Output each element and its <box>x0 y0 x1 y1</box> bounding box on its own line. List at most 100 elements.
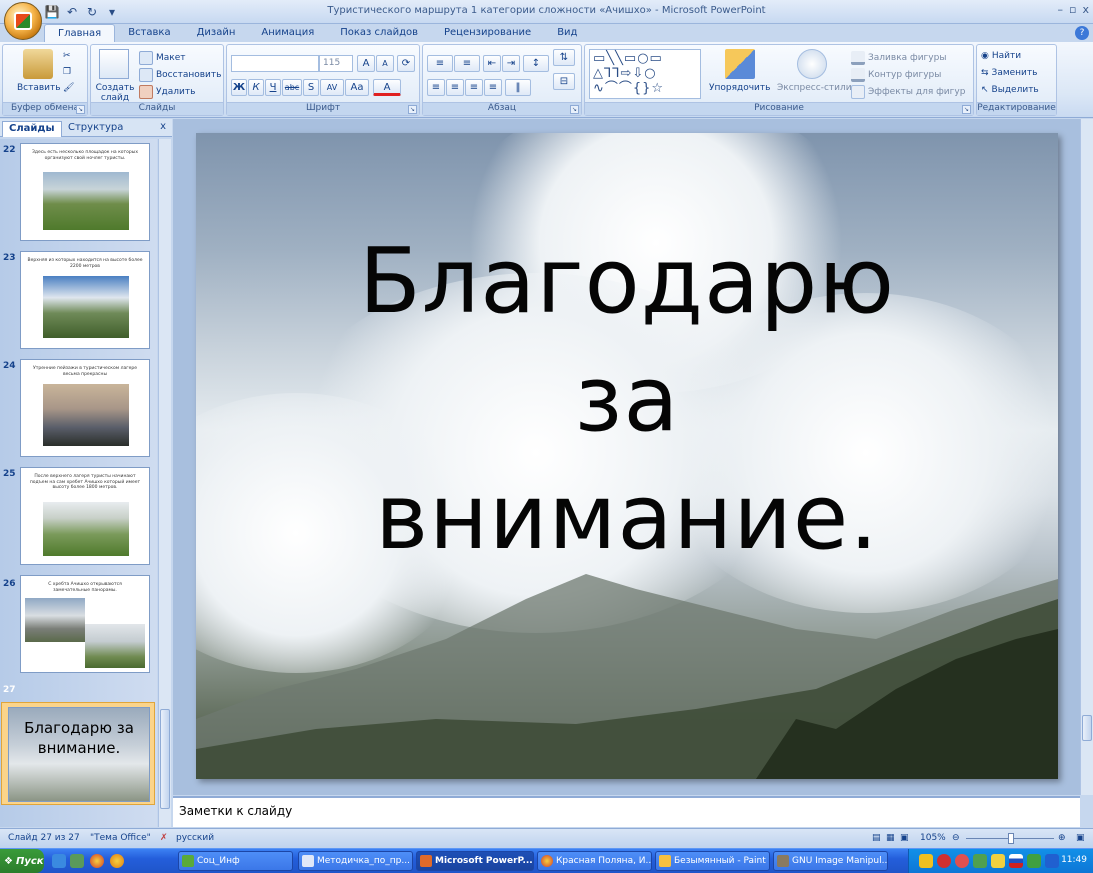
numbering-icon[interactable]: ≡ <box>454 55 480 72</box>
align-right-icon[interactable]: ≡ <box>465 79 483 96</box>
task-paint[interactable]: Безымянный - Paint <box>655 851 770 871</box>
font-name-field[interactable] <box>231 55 319 72</box>
language-flag-icon[interactable] <box>1009 854 1023 868</box>
cut-icon[interactable]: ✂ <box>63 51 71 61</box>
paragraph-launcher-icon[interactable]: ↘ <box>570 105 579 114</box>
sorter-view-icon[interactable]: ▦ <box>886 833 895 843</box>
shape-outline-button[interactable]: Контур фигуры <box>851 68 941 82</box>
help-icon[interactable]: ? <box>1075 26 1089 40</box>
zoom-in-icon[interactable]: ⊕ <box>1058 833 1066 843</box>
undo-icon[interactable]: ↶ <box>64 4 80 20</box>
shape-fill-button[interactable]: Заливка фигуры <box>851 51 946 65</box>
tab-design[interactable]: Дизайн <box>184 24 249 42</box>
tray-icon[interactable] <box>919 854 933 868</box>
slideshow-view-icon[interactable]: ▣ <box>900 833 909 843</box>
notes-pane[interactable]: Заметки к слайду <box>173 796 1080 827</box>
thumbnail-scrollbar[interactable] <box>158 139 171 827</box>
tab-animation[interactable]: Анимация <box>248 24 327 42</box>
strikethrough-button[interactable]: abc <box>282 79 302 96</box>
clipboard-launcher-icon[interactable]: ↘ <box>76 105 85 114</box>
slide-thumb-24[interactable]: Утренние пейзажи в туристическом лагере … <box>20 359 150 457</box>
line-spacing-icon[interactable]: ↕ <box>523 55 549 72</box>
bold-button[interactable]: Ж <box>231 79 247 96</box>
volume-icon[interactable] <box>991 854 1005 868</box>
office-button[interactable] <box>4 2 42 40</box>
language-indicator[interactable]: русский <box>176 833 214 843</box>
align-left-icon[interactable]: ≡ <box>427 79 445 96</box>
select-button[interactable]: ↖ Выделить <box>981 85 1039 95</box>
normal-view-icon[interactable]: ▤ <box>872 833 881 843</box>
slide-thumb-23[interactable]: Верхняя из которых находится на высоте б… <box>20 251 150 349</box>
redo-icon[interactable]: ↻ <box>84 4 100 20</box>
tab-slideshow[interactable]: Показ слайдов <box>327 24 431 42</box>
new-slide-icon[interactable] <box>99 49 129 79</box>
tray-icon[interactable] <box>955 854 969 868</box>
start-button[interactable]: ❖ Пуск <box>0 849 44 873</box>
slide-title-text[interactable]: Благодарю за внимание. <box>196 223 1058 577</box>
delete-slide-button[interactable]: Удалить <box>139 85 195 99</box>
shapes-gallery[interactable]: ▭╲╲▭○▭ △⅂⅂⇨⇩○ ∿⌒⌒{}☆ <box>589 49 701 99</box>
clear-format-icon[interactable]: ⟳ <box>397 55 415 72</box>
task-chrome[interactable]: Красная Поляна, И... <box>537 851 652 871</box>
tab-review[interactable]: Рецензирование <box>431 24 544 42</box>
tab-insert[interactable]: Вставка <box>115 24 183 42</box>
task-powerpoint[interactable]: Microsoft PowerP... <box>416 851 534 871</box>
new-slide-button[interactable]: Создать слайд <box>95 83 135 103</box>
zoom-out-icon[interactable]: ⊖ <box>952 833 960 843</box>
tray-icon[interactable] <box>1045 854 1059 868</box>
task-soc-inf[interactable]: Соц_Инф <box>178 851 293 871</box>
justify-icon[interactable]: ≡ <box>484 79 502 96</box>
paste-icon[interactable] <box>23 49 53 79</box>
close-button[interactable]: x <box>1082 3 1089 16</box>
decrease-indent-icon[interactable]: ⇤ <box>483 55 501 72</box>
customize-qat-icon[interactable]: ▾ <box>104 4 120 20</box>
tray-icon[interactable] <box>973 854 987 868</box>
pane-close-button[interactable]: x <box>160 121 166 132</box>
minimize-button[interactable]: – <box>1058 3 1064 16</box>
layout-button[interactable]: Макет <box>139 51 186 65</box>
shrink-font-button[interactable]: A <box>376 55 394 72</box>
italic-button[interactable]: К <box>248 79 264 96</box>
tray-icon[interactable] <box>1027 854 1041 868</box>
desktop-icon[interactable] <box>70 854 84 868</box>
avast-icon[interactable] <box>110 854 124 868</box>
copy-icon[interactable]: ❐ <box>63 67 71 77</box>
slide-thumb-22[interactable]: Здесь есть несколько площадок на которых… <box>20 143 150 241</box>
reset-button[interactable]: Восстановить <box>139 68 221 82</box>
current-slide[interactable]: Благодарю за внимание. <box>196 133 1058 779</box>
task-word[interactable]: Методичка_по_пр... <box>298 851 413 871</box>
quick-styles-button[interactable]: Экспресс-стили <box>777 83 852 93</box>
task-gimp[interactable]: GNU Image Manipul... <box>773 851 888 871</box>
arrange-button[interactable]: Упорядочить <box>709 83 770 93</box>
spellcheck-icon[interactable]: ✗ <box>160 833 168 843</box>
columns-icon[interactable]: ‖ <box>505 79 531 96</box>
scroll-thumb[interactable] <box>160 709 170 809</box>
tab-outline[interactable]: Структура <box>62 121 129 137</box>
save-icon[interactable]: 💾 <box>44 4 60 20</box>
slide-thumb-25[interactable]: После верхнего лагеря туристы начинают п… <box>20 467 150 565</box>
increase-indent-icon[interactable]: ⇥ <box>502 55 520 72</box>
font-launcher-icon[interactable]: ↘ <box>408 105 417 114</box>
change-case-button[interactable]: Aa <box>345 79 369 96</box>
zoom-level[interactable]: 105% <box>920 833 946 843</box>
find-button[interactable]: ◉ Найти <box>981 51 1021 61</box>
ie-icon[interactable] <box>52 854 66 868</box>
drawing-launcher-icon[interactable]: ↘ <box>962 105 971 114</box>
tab-home[interactable]: Главная <box>44 24 116 42</box>
font-size-field[interactable]: 115 <box>319 55 353 72</box>
restore-button[interactable]: ▫ <box>1069 3 1076 16</box>
slide-scrollbar[interactable] <box>1080 119 1093 795</box>
zoom-slider-thumb[interactable] <box>1008 833 1014 844</box>
tab-view[interactable]: Вид <box>544 24 590 42</box>
format-painter-icon[interactable]: 🖌 <box>63 83 74 93</box>
tray-icon[interactable] <box>937 854 951 868</box>
tab-slides[interactable]: Слайды <box>2 121 62 137</box>
fit-to-window-icon[interactable]: ▣ <box>1076 833 1085 843</box>
chrome-icon[interactable] <box>90 854 104 868</box>
slide-thumb-26[interactable]: С хребта Ачишхо открываются замечательны… <box>20 575 150 673</box>
shape-effects-button[interactable]: Эффекты для фигур <box>851 85 965 99</box>
font-color-button[interactable]: A <box>373 79 401 96</box>
text-direction-icon[interactable]: ⇅ <box>553 49 575 66</box>
slide-thumb-27-selected[interactable]: Благодарю за внимание. <box>1 702 155 805</box>
shadow-button[interactable]: S <box>303 79 319 96</box>
